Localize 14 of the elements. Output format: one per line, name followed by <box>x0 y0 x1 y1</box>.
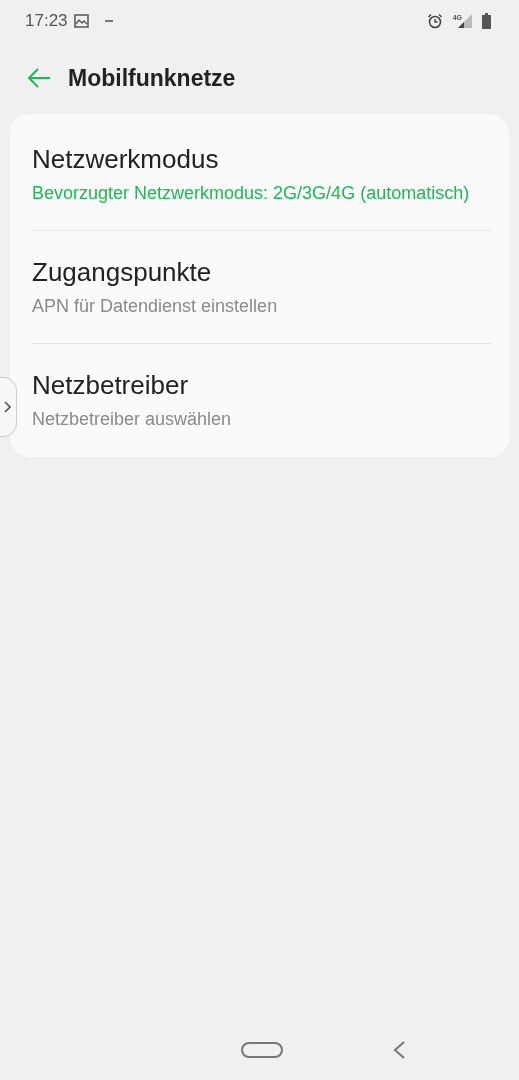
battery-icon <box>482 13 491 29</box>
edge-panel-handle[interactable] <box>0 377 17 437</box>
back-icon[interactable] <box>393 1041 405 1059</box>
settings-item[interactable]: Netzbetreiber Netzbetreiber auswählen <box>32 343 491 457</box>
back-arrow-icon[interactable] <box>27 68 51 88</box>
chevron-right-icon <box>4 401 11 413</box>
status-time: 17:23 <box>25 11 68 31</box>
home-button[interactable] <box>241 1042 283 1058</box>
image-icon <box>73 14 89 28</box>
settings-item[interactable]: Zugangspunkte APN für Datendienst einstellen <box>32 230 491 344</box>
alarm-icon <box>426 13 443 29</box>
more-icon <box>104 19 113 23</box>
page-title: Mobilfunknetze <box>68 64 236 92</box>
settings-item[interactable]: Netzwerkmodus Bevorzugter Netzwerkmodus: 2G/3G/4G (automatisch) <box>32 114 491 231</box>
